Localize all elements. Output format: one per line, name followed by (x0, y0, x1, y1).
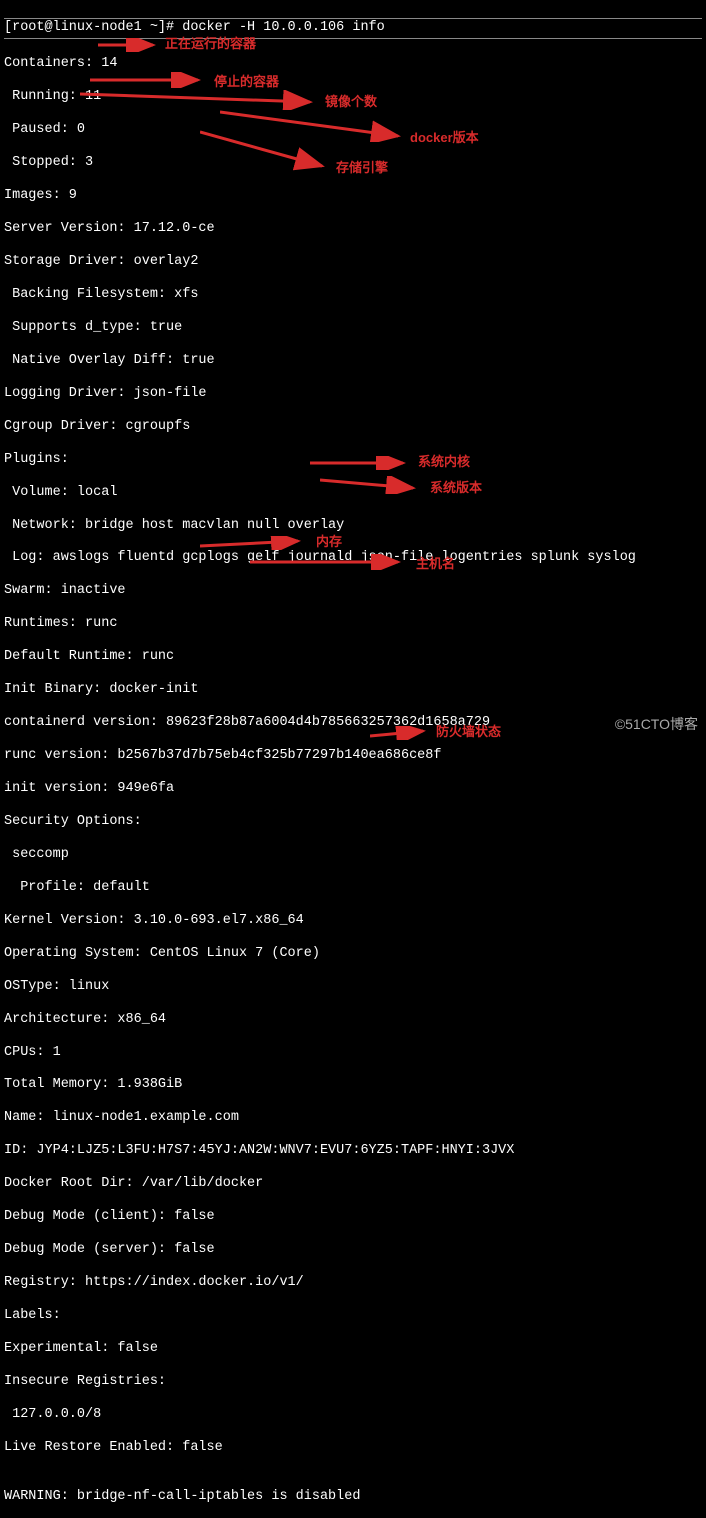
line-paused: Paused: 0 (4, 122, 702, 138)
line-runtimes: Runtimes: runc (4, 616, 702, 632)
line-cpus: CPUs: 1 (4, 1045, 702, 1061)
line-security-options: Security Options: (4, 814, 702, 830)
line-containerd-version: containerd version: 89623f28b87a6004d4b7… (4, 715, 702, 731)
line-architecture: Architecture: x86_64 (4, 1012, 702, 1028)
watermark: ©51CTO博客 (615, 716, 698, 733)
line-backing-fs: Backing Filesystem: xfs (4, 287, 702, 303)
prompt-text: [root@linux-node1 ~]# docker -H 10.0.0.1… (4, 20, 385, 35)
line-seccomp: seccomp (4, 847, 702, 863)
line-containers: Containers: 14 (4, 56, 702, 72)
line-network: Network: bridge host macvlan null overla… (4, 518, 702, 534)
line-native-overlay: Native Overlay Diff: true (4, 353, 702, 369)
line-swarm: Swarm: inactive (4, 583, 702, 599)
line-labels: Labels: (4, 1308, 702, 1324)
line-name: Name: linux-node1.example.com (4, 1110, 702, 1126)
line-storage-driver: Storage Driver: overlay2 (4, 254, 702, 270)
line-live-restore: Live Restore Enabled: false (4, 1440, 702, 1456)
line-log: Log: awslogs fluentd gcplogs gelf journa… (4, 550, 702, 566)
line-debug-server: Debug Mode (server): false (4, 1242, 702, 1258)
line-experimental: Experimental: false (4, 1341, 702, 1357)
line-runc-version: runc version: b2567b37d7b75eb4cf325b7729… (4, 748, 702, 764)
line-logging-driver: Logging Driver: json-file (4, 386, 702, 402)
line-server-version: Server Version: 17.12.0-ce (4, 221, 702, 237)
line-plugins: Plugins: (4, 452, 702, 468)
line-init-version: init version: 949e6fa (4, 781, 702, 797)
line-kernel-version: Kernel Version: 3.10.0-693.el7.x86_64 (4, 913, 702, 929)
line-insecure-registries: Insecure Registries: (4, 1374, 702, 1390)
line-ostype: OSType: linux (4, 979, 702, 995)
line-default-runtime: Default Runtime: runc (4, 649, 702, 665)
line-running: Running: 11 (4, 89, 702, 105)
terminal-output: [root@linux-node1 ~]# docker -H 10.0.0.1… (0, 0, 706, 1518)
line-stopped: Stopped: 3 (4, 155, 702, 171)
line-profile: Profile: default (4, 880, 702, 896)
line-cgroup-driver: Cgroup Driver: cgroupfs (4, 419, 702, 435)
prompt-line: [root@linux-node1 ~]# docker -H 10.0.0.1… (4, 18, 702, 38)
line-debug-client: Debug Mode (client): false (4, 1209, 702, 1225)
line-warn1: WARNING: bridge-nf-call-iptables is disa… (4, 1489, 702, 1505)
line-insecure-cidr: 127.0.0.0/8 (4, 1407, 702, 1423)
line-total-memory: Total Memory: 1.938GiB (4, 1077, 702, 1093)
line-volume: Volume: local (4, 485, 702, 501)
line-supports-dtype: Supports d_type: true (4, 320, 702, 336)
line-init-binary: Init Binary: docker-init (4, 682, 702, 698)
line-docker-root: Docker Root Dir: /var/lib/docker (4, 1176, 702, 1192)
line-id: ID: JYP4:LJZ5:L3FU:H7S7:45YJ:AN2W:WNV7:E… (4, 1143, 702, 1159)
line-operating-system: Operating System: CentOS Linux 7 (Core) (4, 946, 702, 962)
line-images: Images: 9 (4, 188, 702, 204)
line-registry: Registry: https://index.docker.io/v1/ (4, 1275, 702, 1291)
